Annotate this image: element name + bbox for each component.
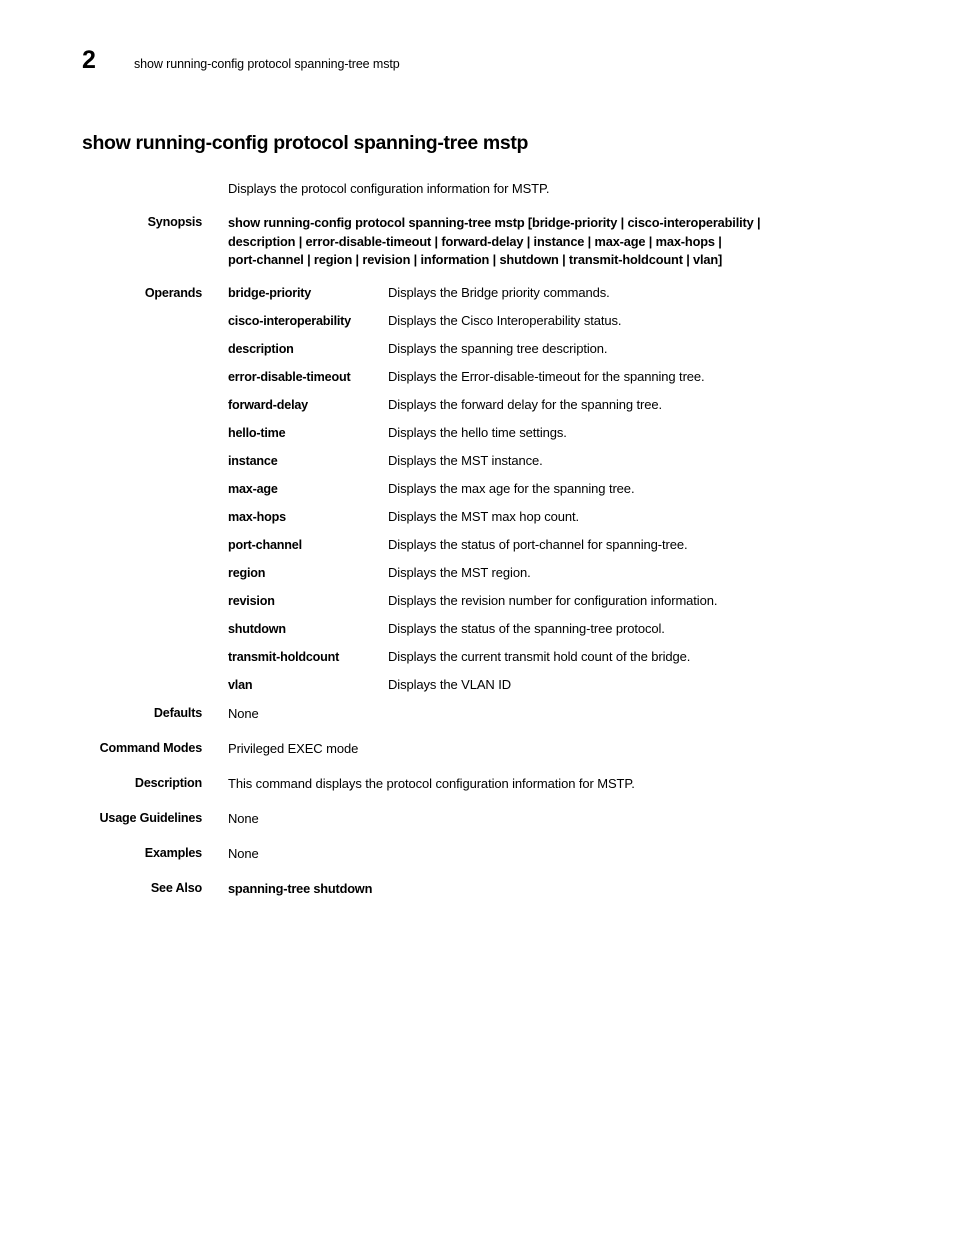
table-row: cisco-interoperability Displays the Cisco… — [228, 313, 717, 341]
command-reference-body: Displays the protocol configuration info… — [0, 180, 954, 915]
table-row: instance Displays the MST instance. — [228, 453, 717, 481]
operand-term: shutdown — [228, 621, 286, 636]
operand-term: transmit-holdcount — [228, 649, 340, 664]
operand-term: max-hops — [228, 509, 286, 524]
section-defaults: Defaults None — [0, 705, 954, 722]
section-value: None — [228, 705, 259, 721]
operand-description: Displays the MST instance. — [388, 452, 543, 468]
operand-description: Displays the current transmit hold count… — [388, 648, 691, 664]
table-row: forward-delay Displays the forward delay … — [228, 397, 717, 425]
operand-term: hello-time — [228, 425, 286, 440]
section-label: Examples — [144, 845, 202, 860]
operand-term: bridge-priority — [228, 285, 312, 300]
table-row: port-channel Displays the status of port-… — [228, 537, 717, 565]
operand-description: Displays the revision number for configu… — [388, 592, 718, 608]
operand-description: Displays the forward delay for the spann… — [388, 396, 663, 412]
section-label: See Also — [150, 880, 202, 895]
document-page: 2 show running-config protocol spanning-… — [0, 0, 954, 1235]
intro-row: Displays the protocol configuration info… — [0, 180, 954, 197]
chapter-number: 2 — [82, 46, 96, 74]
operand-description: Displays the status of the spanning-tree… — [388, 620, 665, 636]
operand-description: Displays the hello time settings. — [388, 424, 567, 440]
operand-term: instance — [228, 453, 278, 468]
table-row: error-disable-timeout Displays the Error-… — [228, 369, 717, 397]
table-row: region Displays the MST region. — [228, 565, 717, 593]
operand-description: Displays the MST max hop count. — [388, 508, 580, 524]
running-header-title: show running-config protocol spanning-tr… — [134, 57, 400, 71]
operands-row: Operands bridge-priority Displays the Bri… — [0, 285, 954, 705]
synopsis-row: Synopsis show running-config protocol sp… — [0, 214, 954, 270]
operand-term: cisco-interoperability — [228, 313, 351, 328]
table-row: hello-time Displays the hello time settin… — [228, 425, 717, 453]
section-description: Description This command displays the pr… — [0, 775, 954, 792]
section-label: Usage Guidelines — [99, 810, 203, 825]
section-label: Description — [134, 775, 202, 790]
section-see-also: See Also spanning-tree shutdown — [0, 880, 954, 897]
section-value: None — [228, 810, 259, 826]
table-row: max-age Displays the max age for the span… — [228, 481, 717, 509]
operand-description: Displays the max age for the spanning tr… — [388, 480, 635, 496]
synopsis-line: description | error-disable-timeout | fo… — [228, 233, 722, 249]
operand-term: forward-delay — [228, 397, 308, 412]
section-value: Privileged EXEC mode — [228, 740, 359, 756]
table-row: bridge-priority Displays the Bridge prior… — [228, 285, 717, 313]
operands-table: bridge-priority Displays the Bridge prior… — [228, 285, 717, 705]
table-row: revision Displays the revision number for… — [228, 593, 717, 621]
operand-term: port-channel — [228, 537, 302, 552]
operand-description: Displays the VLAN ID — [388, 676, 511, 692]
operand-description: Displays the Cisco Interoperability stat… — [388, 312, 622, 328]
operand-description: Displays the MST region. — [388, 564, 531, 580]
table-row: max-hops Displays the MST max hop count. — [228, 509, 717, 537]
synopsis-line: port-channel | region | revision | infor… — [228, 252, 723, 267]
section-value: None — [228, 845, 259, 861]
table-row: description Displays the spanning tree de… — [228, 341, 717, 369]
section-label: Defaults — [153, 705, 202, 720]
operand-term: region — [228, 565, 266, 580]
operands-label: Operands — [144, 285, 202, 300]
section-label: Command Modes — [99, 740, 203, 755]
operand-term: error-disable-timeout — [228, 369, 351, 384]
see-also-link[interactable]: spanning-tree shutdown — [228, 880, 372, 897]
operand-description: Displays the status of port-channel for … — [388, 536, 688, 552]
section-examples: Examples None — [0, 845, 954, 862]
operand-term: max-age — [228, 481, 278, 496]
operand-description: Displays the Error-disable-timeout for t… — [388, 368, 705, 384]
synopsis-text: show running-config protocol spanning-tr… — [228, 214, 848, 270]
operand-description: Displays the Bridge priority commands. — [388, 284, 610, 300]
operand-term: description — [228, 341, 294, 356]
table-row: transmit-holdcount Displays the current t… — [228, 649, 717, 677]
running-header: 2 show running-config protocol spanning-… — [82, 48, 400, 73]
operand-description: Displays the spanning tree description. — [388, 340, 608, 356]
section-value: This command displays the protocol confi… — [228, 775, 635, 791]
table-row: shutdown Displays the status of the spann… — [228, 621, 717, 649]
page-title: show running-config protocol spanning-tr… — [82, 132, 529, 154]
intro-text: Displays the protocol configuration info… — [228, 181, 550, 196]
section-usage-guidelines: Usage Guidelines None — [0, 810, 954, 827]
synopsis-line: show running-config protocol spanning-tr… — [228, 215, 761, 230]
table-row: vlan Displays the VLAN ID — [228, 677, 717, 705]
operand-term: revision — [228, 593, 275, 608]
operand-term: vlan — [228, 677, 253, 692]
section-command-modes: Command Modes Privileged EXEC mode — [0, 740, 954, 757]
synopsis-label: Synopsis — [147, 215, 203, 229]
